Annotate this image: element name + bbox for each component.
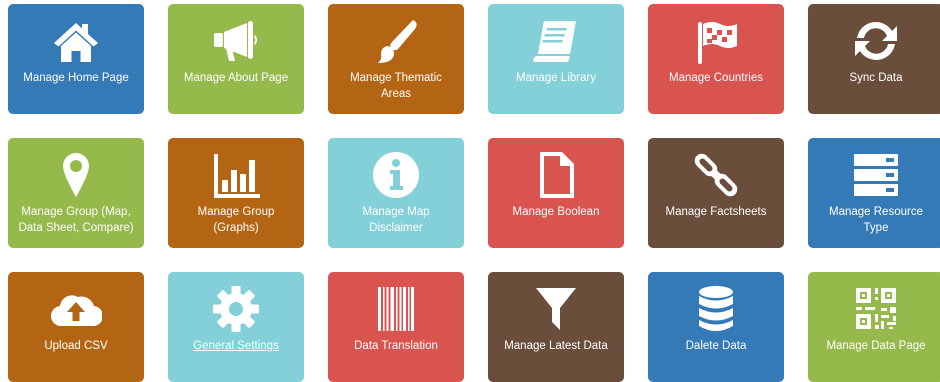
- bar-chart-icon: [168, 150, 304, 200]
- tile-label: Manage Countries: [669, 72, 763, 84]
- tile-label: Manage Latest Data: [504, 340, 608, 352]
- tile-manage-boolean[interactable]: Manage Boolean: [488, 138, 624, 248]
- tile-label: Upload CSV: [44, 340, 108, 352]
- tile-label: Manage Resource Type: [829, 206, 923, 234]
- tile-manage-map-disclaimer[interactable]: Manage Map Disclaimer: [328, 138, 464, 248]
- tile-label: Sync Data: [849, 72, 903, 84]
- tile-label: Manage Data Page: [826, 340, 926, 352]
- file-icon: [488, 150, 624, 200]
- tile-manage-factsheets[interactable]: Manage Factsheets: [648, 138, 784, 248]
- tile-label: Manage About Page: [183, 72, 289, 84]
- tile-label: Manage Group (Map, Data Sheet, Compare): [18, 206, 134, 234]
- tile-label[interactable]: General Settings: [176, 338, 296, 354]
- paintbrush-icon: [328, 16, 464, 66]
- tile-manage-group-graphs[interactable]: Manage Group (Graphs): [168, 138, 304, 248]
- tile-manage-resource-type[interactable]: Manage Resource Type: [808, 138, 940, 248]
- home-icon: [8, 16, 144, 66]
- tile-manage-latest-data[interactable]: Manage Latest Data: [488, 272, 624, 382]
- tile-data-translation[interactable]: Data Translation: [328, 272, 464, 382]
- tile-manage-home-page[interactable]: Manage Home Page: [8, 4, 144, 114]
- barcode-icon: [328, 284, 464, 334]
- tile-label: Manage Factsheets: [665, 206, 767, 218]
- megaphone-icon: [168, 16, 304, 66]
- tile-manage-group-map[interactable]: Manage Group (Map, Data Sheet, Compare): [8, 138, 144, 248]
- tile-sync-data[interactable]: Sync Data: [808, 4, 940, 114]
- tile-manage-about-page[interactable]: Manage About Page: [168, 4, 304, 114]
- tile-label: Manage Library: [516, 72, 596, 84]
- book-icon: [488, 16, 624, 66]
- tile-label: Dalete Data: [685, 340, 747, 352]
- tile-upload-csv[interactable]: Upload CSV: [8, 272, 144, 382]
- qrcode-icon: [808, 284, 940, 334]
- tile-label: Data Translation: [354, 340, 438, 352]
- tile-label: Manage Map Disclaimer: [362, 206, 430, 234]
- info-icon: [328, 150, 464, 200]
- tile-manage-data-page[interactable]: Manage Data Page: [808, 272, 940, 382]
- map-marker-icon: [8, 150, 144, 200]
- tile-delete-data[interactable]: Dalete Data: [648, 272, 784, 382]
- server-icon: [808, 150, 940, 200]
- cloud-upload-icon: [8, 284, 144, 334]
- tile-manage-countries[interactable]: Manage Countries: [648, 4, 784, 114]
- tile-label: Manage Group (Graphs): [197, 206, 275, 234]
- chain-link-icon: [648, 150, 784, 200]
- flag-icon: [648, 16, 784, 66]
- tile-manage-thematic-areas[interactable]: Manage Thematic Areas: [328, 4, 464, 114]
- sync-icon: [808, 16, 940, 66]
- tile-label: Manage Thematic Areas: [350, 72, 442, 100]
- tile-label: Manage Boolean: [512, 206, 600, 218]
- tile-label: Manage Home Page: [23, 72, 129, 84]
- tile-manage-library[interactable]: Manage Library: [488, 4, 624, 114]
- gear-icon: [168, 284, 304, 334]
- tile-general-settings[interactable]: General Settings: [168, 272, 304, 382]
- database-icon: [648, 284, 784, 334]
- filter-icon: [488, 284, 624, 334]
